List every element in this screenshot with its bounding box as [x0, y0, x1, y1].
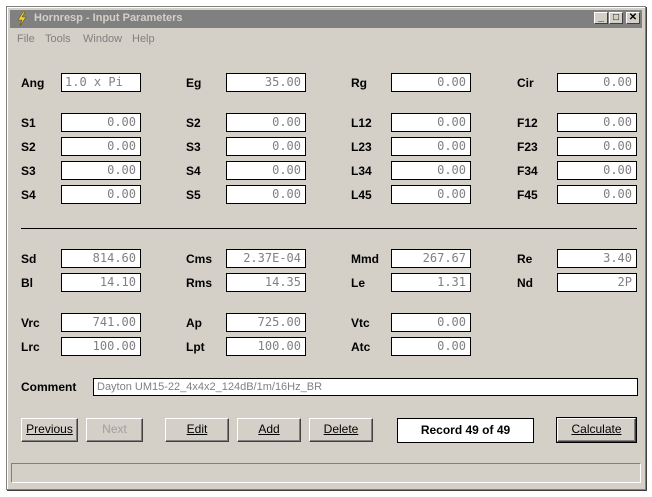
vrc-field[interactable]: 741.00: [61, 313, 141, 332]
vtc-field[interactable]: 0.00: [391, 313, 471, 332]
cir-field[interactable]: 0.00: [557, 73, 637, 92]
l34-field[interactable]: 0.00: [391, 161, 471, 180]
menu-help[interactable]: Help: [132, 33, 155, 45]
label-f23: F23: [517, 140, 538, 154]
label-comment: Comment: [21, 380, 77, 394]
label-l34: L34: [351, 164, 372, 178]
window-title: Hornresp - Input Parameters: [34, 12, 183, 24]
label-s1: S1: [21, 116, 36, 130]
label-s3: S3: [21, 164, 36, 178]
label-sd: Sd: [21, 252, 37, 266]
label-vrc: Vrc: [21, 316, 40, 330]
label-cir: Cir: [517, 76, 534, 90]
title-bar[interactable]: Hornresp - Input Parameters _ □ ✕: [10, 10, 642, 28]
ang-field[interactable]: 1.0 x Pi: [61, 73, 141, 92]
menu-bar: File Tools Window Help: [10, 29, 642, 49]
s1-field[interactable]: 0.00: [61, 113, 141, 132]
menu-tools[interactable]: Tools: [45, 33, 71, 45]
previous-button[interactable]: Previous: [21, 418, 78, 442]
label-nd: Nd: [517, 276, 533, 290]
maximize-button[interactable]: □: [609, 12, 623, 24]
label-l23: L23: [351, 140, 372, 154]
calculate-button[interactable]: Calculate: [556, 417, 637, 443]
menu-file[interactable]: File: [17, 33, 35, 45]
f45-field[interactable]: 0.00: [557, 185, 637, 204]
cms-field[interactable]: 2.37E-04: [226, 249, 306, 268]
s4-field-top[interactable]: 0.00: [226, 161, 306, 180]
l45-field[interactable]: 0.00: [391, 185, 471, 204]
lpt-field[interactable]: 100.00: [226, 337, 306, 356]
edit-button[interactable]: Edit: [165, 418, 229, 442]
label-ang: Ang: [21, 76, 45, 90]
label-ap: Ap: [186, 316, 202, 330]
f34-field[interactable]: 0.00: [557, 161, 637, 180]
label-cms: Cms: [186, 252, 213, 266]
lrc-field[interactable]: 100.00: [61, 337, 141, 356]
label-f45: F45: [517, 188, 538, 202]
nd-field[interactable]: 2P: [557, 273, 637, 292]
section-divider: [21, 228, 637, 229]
s5-field[interactable]: 0.00: [226, 185, 306, 204]
close-button[interactable]: ✕: [626, 12, 640, 24]
label-s3: S3: [186, 140, 201, 154]
mmd-field[interactable]: 267.67: [391, 249, 471, 268]
label-re: Re: [517, 252, 533, 266]
s3-field[interactable]: 0.00: [61, 161, 141, 180]
delete-button[interactable]: Delete: [309, 418, 373, 442]
label-f12: F12: [517, 116, 538, 130]
f23-field[interactable]: 0.00: [557, 137, 637, 156]
label-atc: Atc: [351, 340, 371, 354]
label-s4: S4: [186, 164, 201, 178]
label-vtc: Vtc: [351, 316, 370, 330]
s2-field[interactable]: 0.00: [61, 137, 141, 156]
label-rms: Rms: [186, 276, 213, 290]
rms-field[interactable]: 14.35: [226, 273, 306, 292]
label-s2: S2: [21, 140, 36, 154]
re-field[interactable]: 3.40: [557, 249, 637, 268]
label-rg: Rg: [351, 76, 367, 90]
next-button[interactable]: Next: [86, 418, 143, 442]
label-l45: L45: [351, 188, 372, 202]
label-bl: Bl: [21, 276, 33, 290]
comment-field[interactable]: Dayton UM15-22_4x4x2_124dB/1m/16Hz_BR: [93, 378, 638, 396]
bl-field[interactable]: 14.10: [61, 273, 141, 292]
hornresp-window: Hornresp - Input Parameters _ □ ✕ File T…: [6, 6, 646, 490]
atc-field[interactable]: 0.00: [391, 337, 471, 356]
l12-field[interactable]: 0.00: [391, 113, 471, 132]
label-f34: F34: [517, 164, 538, 178]
s2-field-top[interactable]: 0.00: [226, 113, 306, 132]
minimize-button[interactable]: _: [594, 12, 608, 24]
label-mmd: Mmd: [351, 252, 379, 266]
ap-field[interactable]: 725.00: [226, 313, 306, 332]
label-s2: S2: [186, 116, 201, 130]
s4-field[interactable]: 0.00: [61, 185, 141, 204]
label-s4: S4: [21, 188, 36, 202]
lightning-bolt-icon: [14, 11, 30, 27]
l23-field[interactable]: 0.00: [391, 137, 471, 156]
label-le: Le: [351, 276, 366, 290]
label-lpt: Lpt: [186, 340, 205, 354]
sd-field[interactable]: 814.60: [61, 249, 141, 268]
status-bar: [11, 463, 641, 483]
label-lrc: Lrc: [21, 340, 40, 354]
rg-field[interactable]: 0.00: [391, 73, 471, 92]
label-l12: L12: [351, 116, 372, 130]
record-indicator: Record 49 of 49: [397, 418, 534, 443]
f12-field[interactable]: 0.00: [557, 113, 637, 132]
le-field[interactable]: 1.31: [391, 273, 471, 292]
label-eg: Eg: [186, 76, 202, 90]
label-s5: S5: [186, 188, 201, 202]
menu-window[interactable]: Window: [83, 33, 122, 45]
eg-field[interactable]: 35.00: [226, 73, 306, 92]
add-button[interactable]: Add: [237, 418, 301, 442]
s3-field-top[interactable]: 0.00: [226, 137, 306, 156]
